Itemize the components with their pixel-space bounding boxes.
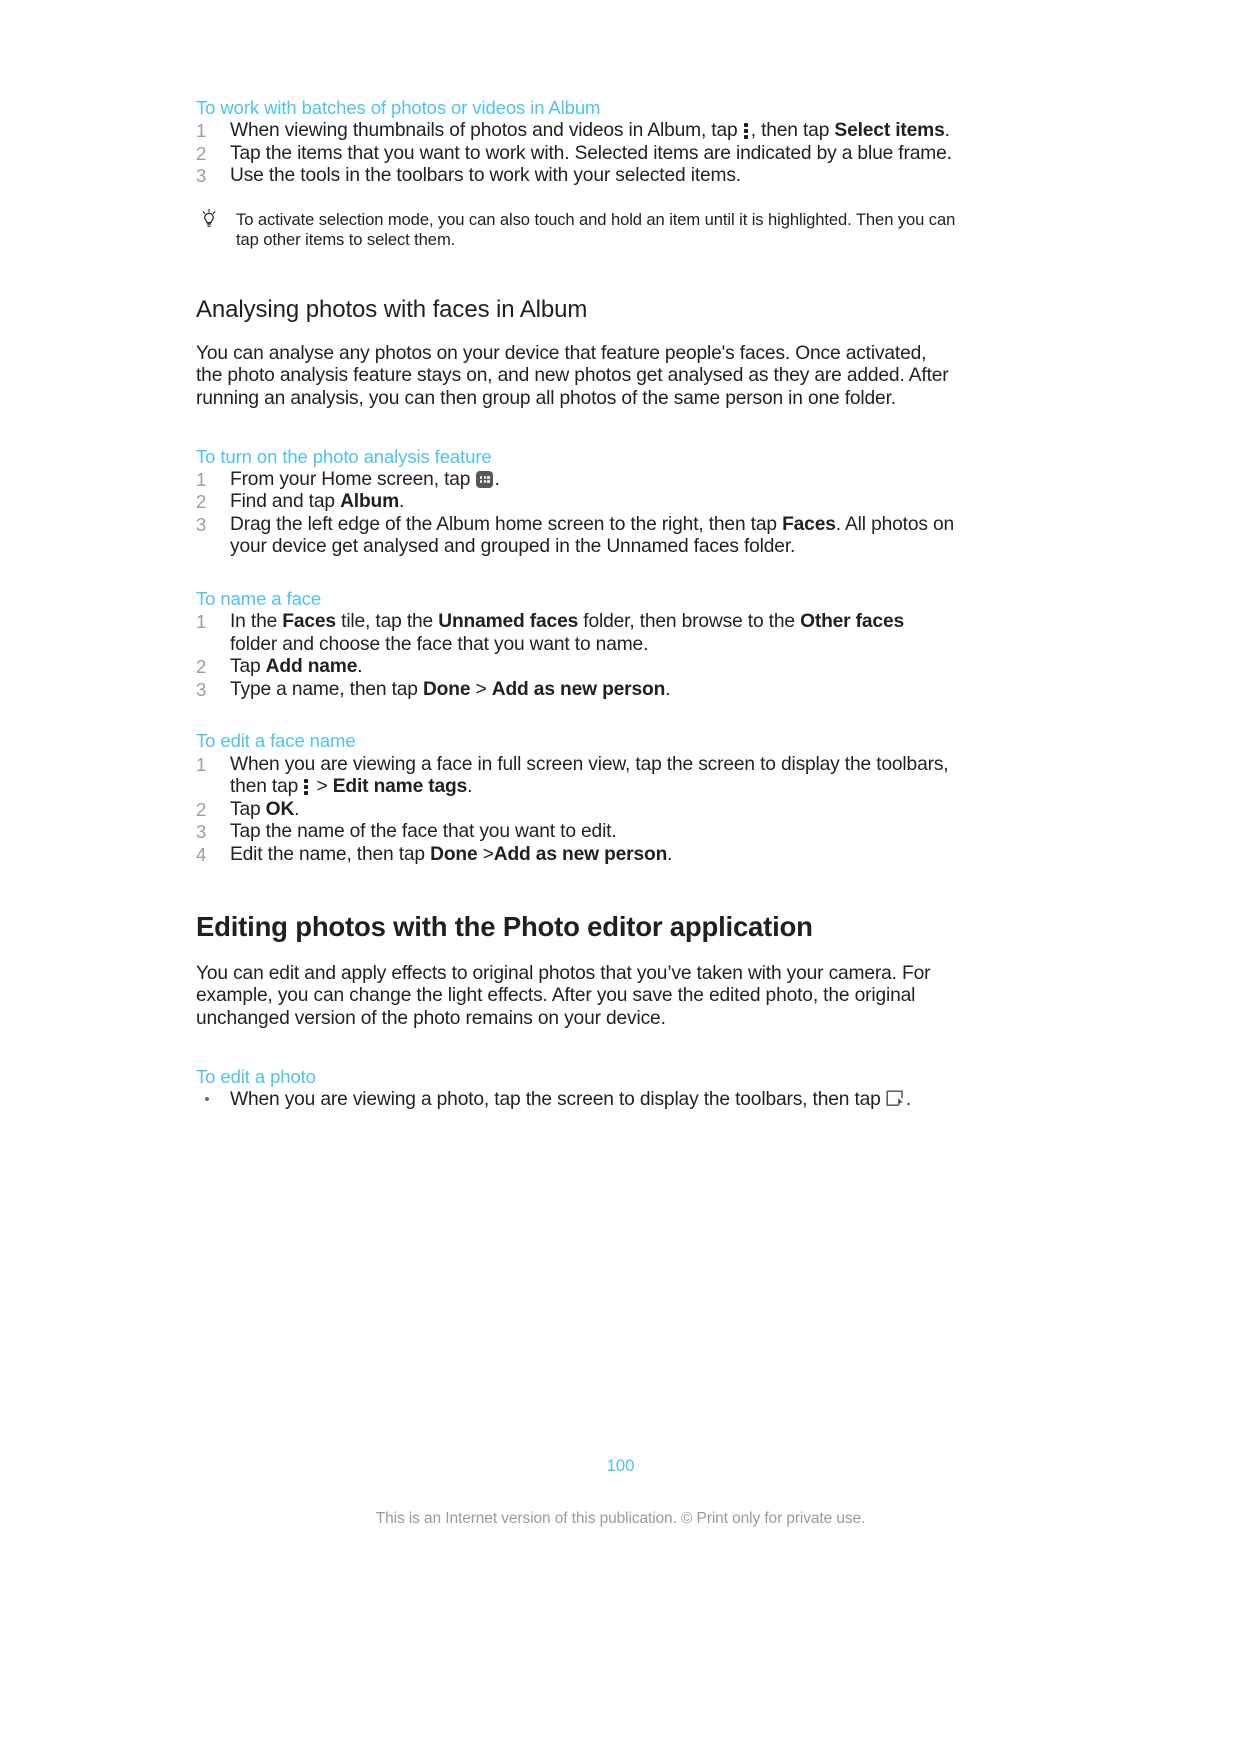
bullet-marker xyxy=(205,1096,209,1101)
step-text-bold: Done xyxy=(422,678,471,700)
section-heading-edit-a-photo: To edit a photo xyxy=(196,1065,316,1087)
step-text-part: . xyxy=(467,776,473,798)
list-item: 3 Use the tools in the toolbars to work … xyxy=(196,165,956,188)
lightbulb-tip-icon xyxy=(198,208,220,230)
step-number: 3 xyxy=(196,165,207,187)
step-text-part: Tap xyxy=(230,656,266,678)
step-number: 2 xyxy=(196,656,207,678)
list-item: 1 When you are viewing a face in full sc… xyxy=(196,754,956,799)
step-text: Tap the name of the face that you want t… xyxy=(230,821,617,843)
step-text-part: . xyxy=(944,120,950,142)
step-text-part: In the xyxy=(230,611,283,633)
list-item: 4 Edit the name, then tap Done >Add as n… xyxy=(196,844,956,867)
step-text-bold: Faces xyxy=(782,513,836,535)
step-text-bold: Edit name tags xyxy=(332,776,468,798)
step-text-part: > xyxy=(477,843,494,865)
steps-list-edit-a-photo: When you are viewing a photo, tap the sc… xyxy=(196,1089,956,1112)
step-text-bold: Add name xyxy=(265,656,358,678)
list-item: When you are viewing a photo, tap the sc… xyxy=(196,1089,956,1112)
step-text-part: > xyxy=(470,678,492,700)
step-text-bold: Select items xyxy=(834,120,945,142)
step-text-part: When viewing thumbnails of photos and vi… xyxy=(230,120,743,142)
step-text-part: . xyxy=(905,1088,912,1110)
step-number: 1 xyxy=(196,120,207,142)
tip-block: To activate selection mode, you can also… xyxy=(196,208,956,251)
list-item: 2 Tap Add name. xyxy=(196,656,956,679)
edit-photo-icon xyxy=(886,1090,906,1108)
steps-list-turn-on-analysis: 1 From your Home screen, tap . 2 Find an… xyxy=(196,469,956,559)
footer-note: This is an Internet version of this publ… xyxy=(375,1510,866,1527)
step-text-part: . xyxy=(494,468,500,490)
kebab-menu-icon xyxy=(304,778,310,796)
step-number: 3 xyxy=(196,678,207,700)
list-item: 2 Tap the items that you want to work wi… xyxy=(196,143,956,166)
step-text: Use the tools in the toolbars to work wi… xyxy=(230,165,741,187)
step-text-part: folder and choose the face that you want… xyxy=(230,633,649,655)
section-body-analysing: You can analyse any photos on your devic… xyxy=(196,342,949,410)
step-text-bold: OK xyxy=(265,798,295,820)
step-text-part: tile, tap the xyxy=(335,611,439,633)
list-item: 1 When viewing thumbnails of photos and … xyxy=(196,120,956,143)
step-text-part: . xyxy=(667,843,673,865)
step-number: 1 xyxy=(196,468,207,490)
page-number: 100 xyxy=(606,1456,635,1475)
step-text-part: folder, then browse to the xyxy=(578,611,801,633)
list-item: 2 Find and tap Album. xyxy=(196,491,956,514)
step-text-part: > xyxy=(311,776,333,798)
step-number: 1 xyxy=(196,611,207,633)
step-text-part: Find and tap xyxy=(230,491,341,513)
section-heading-analysing: Analysing photos with faces in Album xyxy=(196,295,588,323)
step-text-bold: Faces xyxy=(282,611,336,633)
step-text-part: . xyxy=(399,491,405,513)
step-text-part: Type a name, then tap xyxy=(230,678,423,700)
document-page: To work with batches of photos or videos… xyxy=(0,0,1241,1754)
section-heading-edit-face-name: To edit a face name xyxy=(196,730,356,752)
steps-list-batches: 1 When viewing thumbnails of photos and … xyxy=(196,120,956,188)
step-text-bold: Done xyxy=(430,843,478,865)
step-number: 2 xyxy=(196,142,207,164)
step-text-part: From your Home screen, tap xyxy=(230,468,476,490)
kebab-menu-icon xyxy=(743,122,750,140)
step-text-part: , then tap xyxy=(750,120,835,142)
step-number: 3 xyxy=(196,513,207,535)
step-text-bold: Add as new person xyxy=(491,678,666,700)
step-text-bold: Add as new person xyxy=(493,843,668,865)
list-item: 3 Drag the left edge of the Album home s… xyxy=(196,514,956,559)
step-text-bold: Album xyxy=(340,491,400,513)
section-heading-turn-on-analysis: To turn on the photo analysis feature xyxy=(196,445,492,467)
step-text-part: Tap xyxy=(230,798,266,820)
step-text: When you are viewing a photo, tap the sc… xyxy=(230,1088,881,1110)
step-number: 4 xyxy=(196,843,207,865)
section-body-photo-editor: You can edit and apply effects to origin… xyxy=(196,962,931,1030)
step-text-part: Drag the left edge of the Album home scr… xyxy=(230,513,783,535)
list-item: 2 Tap OK. xyxy=(196,799,956,822)
step-text-part: Edit the name, then tap xyxy=(230,843,431,865)
step-number: 3 xyxy=(196,821,207,843)
step-number: 2 xyxy=(196,491,207,513)
app-drawer-icon xyxy=(476,470,494,488)
page-content: To work with batches of photos or videos… xyxy=(196,96,956,1111)
list-item: 3 Tap the name of the face that you want… xyxy=(196,821,956,844)
step-number: 2 xyxy=(196,798,207,820)
list-item: 3 Type a name, then tap Done > Add as ne… xyxy=(196,679,956,702)
steps-list-name-a-face: 1 In the Faces tile, tap the Unnamed fac… xyxy=(196,611,956,701)
step-text-bold: Other faces xyxy=(800,611,904,633)
section-heading-name-a-face: To name a face xyxy=(196,588,322,610)
tip-text: To activate selection mode, you can also… xyxy=(236,209,956,250)
step-number: 1 xyxy=(196,753,207,775)
step-text: Tap the items that you want to work with… xyxy=(230,142,952,164)
step-text-bold: Unnamed faces xyxy=(438,611,579,633)
section-heading-batches: To work with batches of photos or videos… xyxy=(196,97,601,118)
steps-list-edit-face-name: 1 When you are viewing a face in full sc… xyxy=(196,754,956,867)
step-text-part: . xyxy=(665,678,671,700)
list-item: 1 From your Home screen, tap . xyxy=(196,469,956,492)
step-text-part: . xyxy=(357,656,363,678)
section-heading-photo-editor: Editing photos with the Photo editor app… xyxy=(196,911,813,943)
step-text-part: . xyxy=(294,798,300,820)
list-item: 1 In the Faces tile, tap the Unnamed fac… xyxy=(196,611,956,656)
